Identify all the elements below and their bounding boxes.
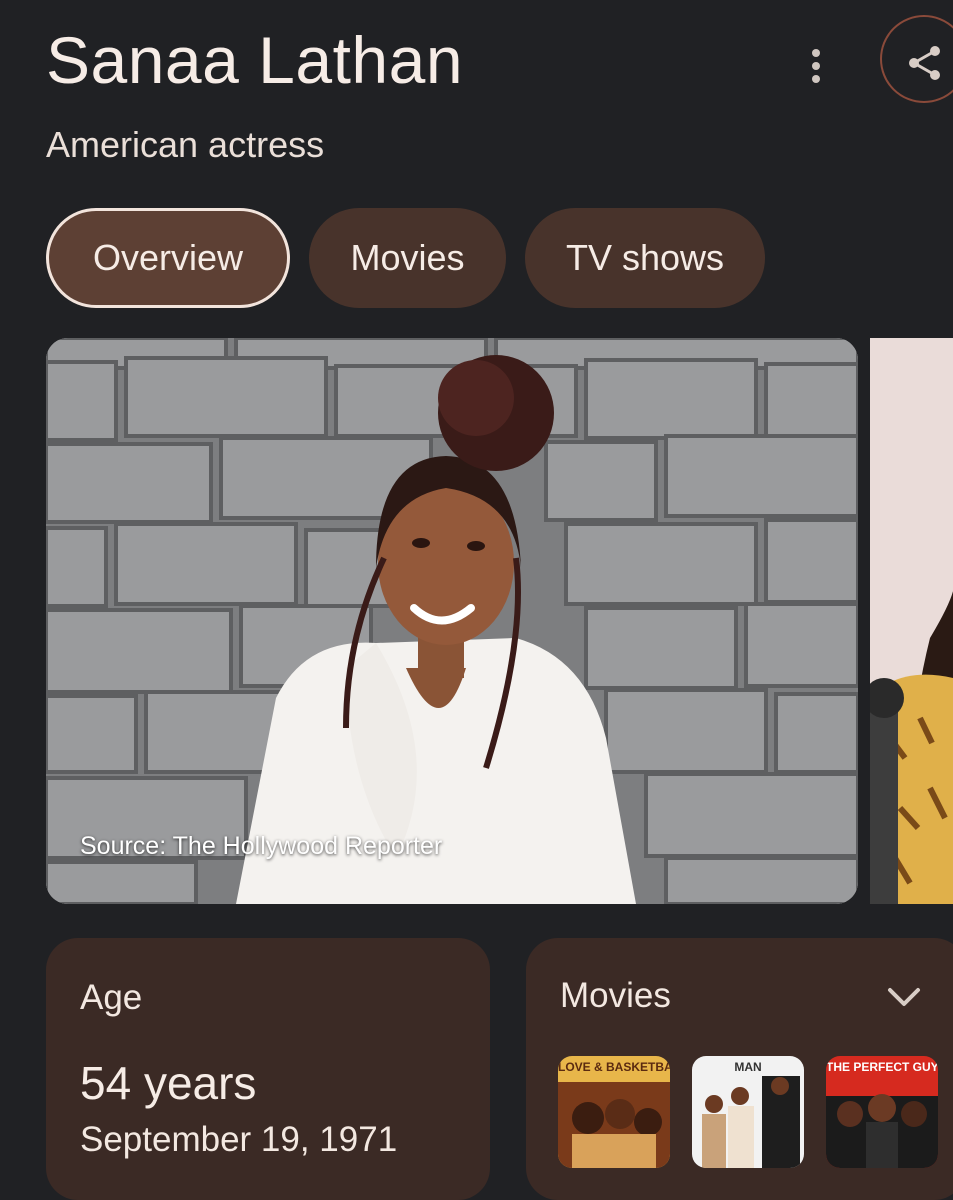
more-options-button[interactable]	[796, 44, 836, 88]
tab-overview[interactable]: Overview	[46, 208, 290, 308]
tab-tv-shows[interactable]: TV shows	[525, 208, 765, 308]
share-icon	[909, 46, 940, 80]
movie-poster-love-and-basketball[interactable]: LOVE & BASKETBALL	[558, 1056, 670, 1168]
photo-illustration	[46, 338, 858, 904]
movies-card-title: Movies	[560, 976, 671, 1015]
more-vertical-icon	[812, 49, 820, 57]
page-subtitle: American actress	[46, 124, 325, 165]
photo-source-credit: Source: The Hollywood Reporter	[80, 832, 443, 860]
poster-title: LOVE & BASKETBALL	[558, 1060, 670, 1074]
birth-date: September 19, 1971	[80, 1120, 398, 1159]
age-label: Age	[80, 978, 143, 1017]
age-card[interactable]: Age 54 years September 19, 1971	[46, 938, 490, 1200]
next-photo-preview[interactable]	[870, 338, 953, 904]
share-button[interactable]	[880, 15, 953, 103]
main-photo[interactable]: Source: The Hollywood Reporter	[46, 338, 858, 904]
chevron-down-icon[interactable]	[884, 982, 924, 1012]
age-value: 54 years	[80, 1057, 257, 1109]
movie-poster-man[interactable]: MAN	[692, 1056, 804, 1168]
movie-poster-the-perfect-guy[interactable]: THE PERFECT GUY	[826, 1056, 938, 1168]
poster-title: MAN	[734, 1060, 762, 1074]
movies-card[interactable]: Movies LOVE & BASKETBALL MAN	[526, 938, 953, 1200]
poster-title: THE PERFECT GUY	[826, 1060, 938, 1074]
tab-movies[interactable]: Movies	[309, 208, 506, 308]
page-title: Sanaa Lathan	[46, 23, 464, 97]
